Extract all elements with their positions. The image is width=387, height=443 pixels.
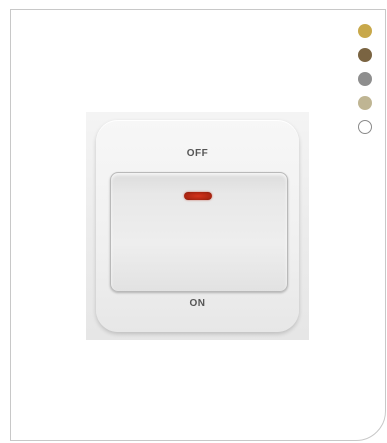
rocker-switch[interactable] <box>110 172 288 292</box>
neon-indicator <box>184 192 212 200</box>
swatch-grey[interactable] <box>358 72 372 86</box>
swatch-gold[interactable] <box>358 24 372 38</box>
swatch-bronze[interactable] <box>358 48 372 62</box>
swatch-white[interactable] <box>358 120 372 134</box>
on-label: ON <box>189 298 206 309</box>
switch-plate: OFF ON <box>96 120 299 332</box>
swatch-champagne[interactable] <box>358 96 372 110</box>
color-swatches <box>358 24 374 144</box>
product-image: OFF ON <box>86 112 309 340</box>
off-label: OFF <box>186 148 209 159</box>
